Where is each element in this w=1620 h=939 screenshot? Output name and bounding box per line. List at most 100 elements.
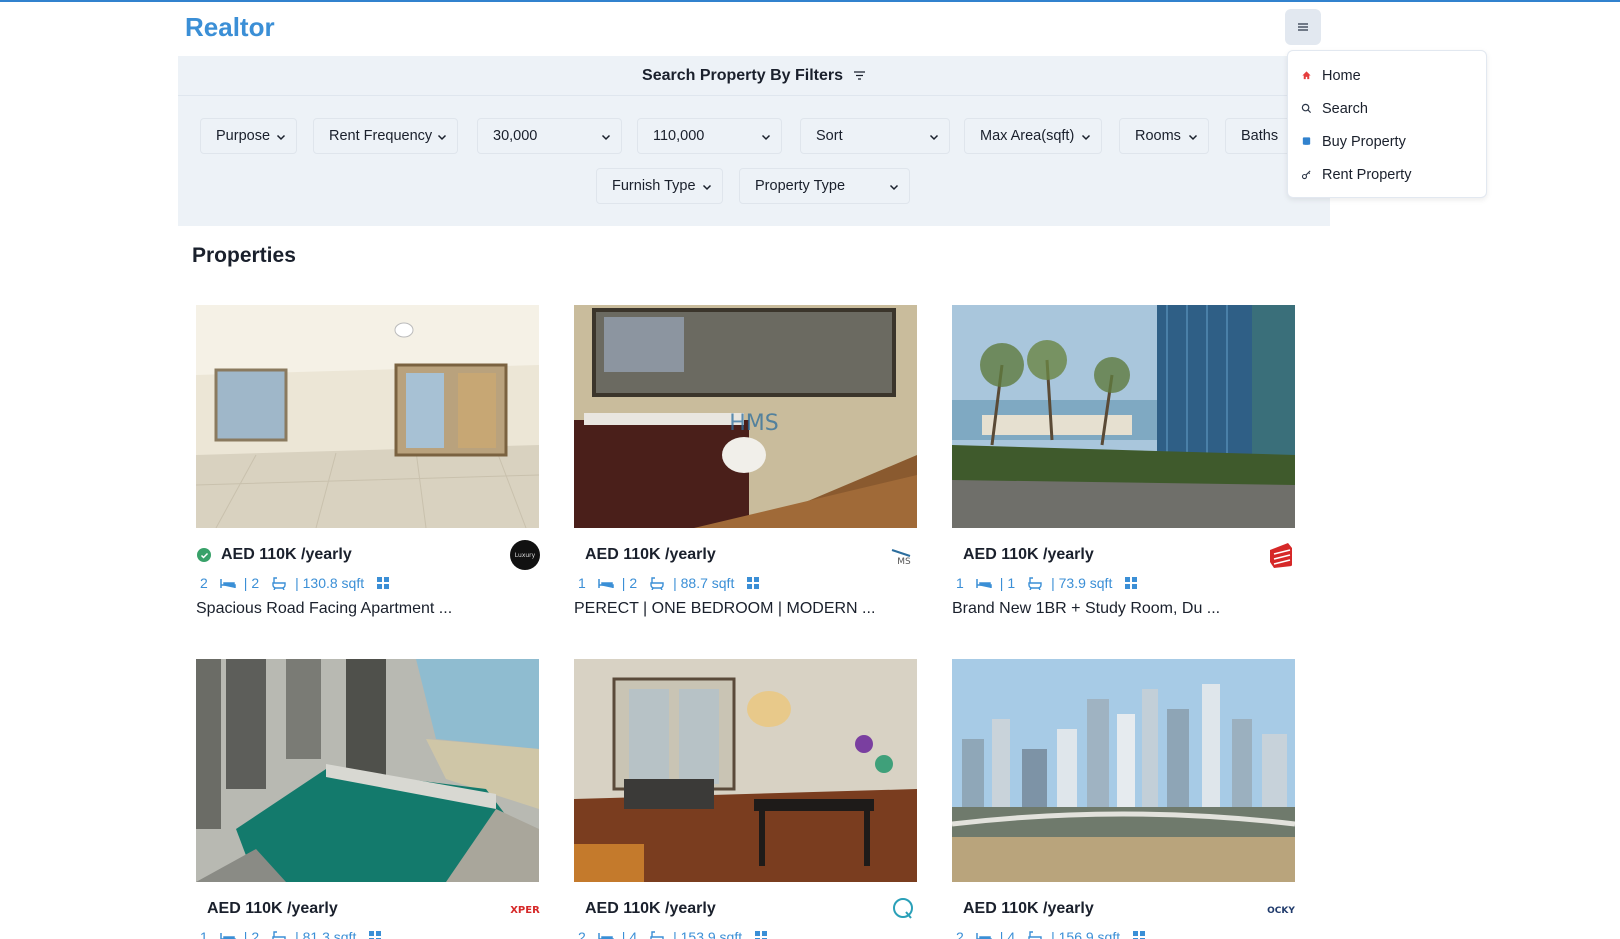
chevron-down-icon — [889, 184, 899, 191]
property-image[interactable] — [196, 305, 539, 528]
price-row: AED 110K /yearly — [574, 894, 918, 924]
area-value: | 73.9 sqft — [1051, 575, 1113, 591]
property-price: AED 110K /yearly — [221, 546, 352, 563]
furnish-type-select[interactable]: Furnish Type — [596, 168, 723, 204]
chevron-down-icon — [1188, 134, 1198, 141]
baths-count: | 2 — [243, 575, 260, 591]
menu-item-search[interactable]: Search — [1288, 92, 1486, 125]
property-meta: 1 | 1 | 73.9 sqft — [952, 572, 1296, 594]
chevron-down-icon — [929, 134, 939, 141]
property-card[interactable]: HMS AED 110K /yearly MS 1 | 2 | 88.7 sqf… — [574, 305, 918, 618]
property-title[interactable]: Spacious Road Facing Apartment ... — [196, 600, 540, 618]
filter-panel: Search Property By Filters Purpose Rent … — [178, 56, 1330, 226]
chevron-down-icon — [761, 134, 771, 141]
filter-header[interactable]: Search Property By Filters — [178, 56, 1330, 96]
menu-item-label: Home — [1322, 67, 1361, 84]
property-image[interactable] — [952, 659, 1295, 882]
nav-dropdown-menu: Home Search Buy Property Rent Property — [1287, 50, 1487, 198]
area-value: | 153.9 sqft — [673, 929, 743, 939]
property-image[interactable]: HMS — [574, 305, 917, 528]
search-icon — [1300, 103, 1312, 115]
grid-icon — [746, 576, 760, 590]
baths-count: | 2 — [621, 575, 638, 591]
menu-item-label: Search — [1322, 100, 1368, 117]
menu-item-buy-property[interactable]: Buy Property — [1288, 125, 1486, 158]
svg-text:HMS: HMS — [729, 411, 779, 436]
menu-item-label: Buy Property — [1322, 133, 1406, 150]
rooms-count: 1 — [578, 575, 586, 591]
max-area-select[interactable]: Max Area(sqft) — [964, 118, 1102, 154]
properties-heading: Properties — [192, 244, 296, 267]
price-row: AED 110K /yearly MS — [574, 540, 918, 570]
property-card[interactable]: AED 110K /yearly 2 | 4 | 153.9 sqft — [574, 659, 918, 939]
purpose-select[interactable]: Purpose — [200, 118, 297, 154]
property-meta: 1 | 2 | 88.7 sqft — [574, 572, 918, 594]
rooms-select[interactable]: Rooms — [1119, 118, 1209, 154]
area-value: | 156.9 sqft — [1051, 929, 1121, 939]
grid-icon — [368, 930, 382, 939]
navbar: Realtor — [0, 2, 1620, 54]
filter-icon — [853, 71, 865, 80]
grid-icon — [754, 930, 768, 939]
min-price-select[interactable]: 30,000 — [477, 118, 622, 154]
agency-logo — [1266, 540, 1296, 570]
sort-select[interactable]: Sort — [800, 118, 950, 154]
bed-icon — [976, 931, 992, 939]
rooms-count: 1 — [200, 929, 208, 939]
baths-count: | 4 — [621, 929, 638, 939]
bath-icon — [649, 576, 665, 590]
max-price-select[interactable]: 110,000 — [637, 118, 782, 154]
svg-text:Luxury: Luxury — [515, 552, 536, 559]
chevron-down-icon — [1081, 134, 1091, 141]
baths-select[interactable]: Baths — [1225, 118, 1295, 154]
property-meta: 2 | 4 | 156.9 sqft — [952, 926, 1296, 939]
property-card[interactable]: AED 110K /yearly 1 | 1 | 73.9 sqft Brand… — [952, 305, 1296, 618]
bed-icon — [976, 577, 992, 589]
property-meta: 2 | 4 | 153.9 sqft — [574, 926, 918, 939]
property-price: AED 110K /yearly — [963, 900, 1094, 917]
chevron-down-icon — [702, 184, 712, 191]
verified-badge-icon — [197, 548, 211, 562]
grid-icon — [376, 576, 390, 590]
agency-logo: XPER — [510, 894, 540, 924]
property-title[interactable]: Brand New 1BR + Study Room, Du ... — [952, 600, 1296, 618]
property-card[interactable]: AED 110K /yearly XPER 1 | 2 | 81.3 sqft — [196, 659, 540, 939]
bath-icon — [1027, 576, 1043, 590]
agency-logo — [888, 894, 918, 924]
svg-text:OCKY: OCKY — [1267, 906, 1295, 916]
property-price: AED 110K /yearly — [207, 900, 338, 917]
grid-icon — [1124, 576, 1138, 590]
rent-frequency-select[interactable]: Rent Frequency — [313, 118, 458, 154]
menu-item-label: Rent Property — [1322, 166, 1412, 183]
property-card[interactable]: AED 110K /yearly OCKY 2 | 4 | 156.9 sqft — [952, 659, 1296, 939]
home-icon — [1300, 70, 1312, 82]
property-card[interactable]: AED 110K /yearly Luxury 2 | 2 | 130.8 sq… — [196, 305, 540, 618]
agency-logo: Luxury — [510, 540, 540, 570]
baths-count: | 2 — [243, 929, 260, 939]
bath-icon — [271, 930, 287, 939]
property-meta: 2 | 2 | 130.8 sqft — [196, 572, 540, 594]
brand-logo-text[interactable]: Realtor — [185, 12, 275, 43]
chevron-down-icon — [276, 134, 286, 141]
property-type-select[interactable]: Property Type — [739, 168, 910, 204]
menu-item-rent-property[interactable]: Rent Property — [1288, 158, 1486, 191]
agency-logo: MS — [888, 540, 918, 570]
area-value: | 88.7 sqft — [673, 575, 735, 591]
property-image[interactable] — [952, 305, 1295, 528]
menu-item-home[interactable]: Home — [1288, 59, 1486, 92]
baths-count: | 1 — [999, 575, 1016, 591]
menu-toggle-button[interactable] — [1285, 9, 1321, 45]
property-meta: 1 | 2 | 81.3 sqft — [196, 926, 540, 939]
rooms-count: 2 — [200, 575, 208, 591]
property-price: AED 110K /yearly — [585, 546, 716, 563]
key-icon — [1300, 169, 1312, 181]
property-price: AED 110K /yearly — [585, 900, 716, 917]
property-title[interactable]: PERECT | ONE BEDROOM | MODERN ... — [574, 600, 918, 618]
rooms-count: 2 — [956, 929, 964, 939]
property-image[interactable] — [574, 659, 917, 882]
bath-icon — [271, 576, 287, 590]
hamburger-icon — [1298, 23, 1308, 31]
area-value: | 81.3 sqft — [295, 929, 357, 939]
property-image[interactable] — [196, 659, 539, 882]
filter-title: Search Property By Filters — [642, 66, 843, 84]
